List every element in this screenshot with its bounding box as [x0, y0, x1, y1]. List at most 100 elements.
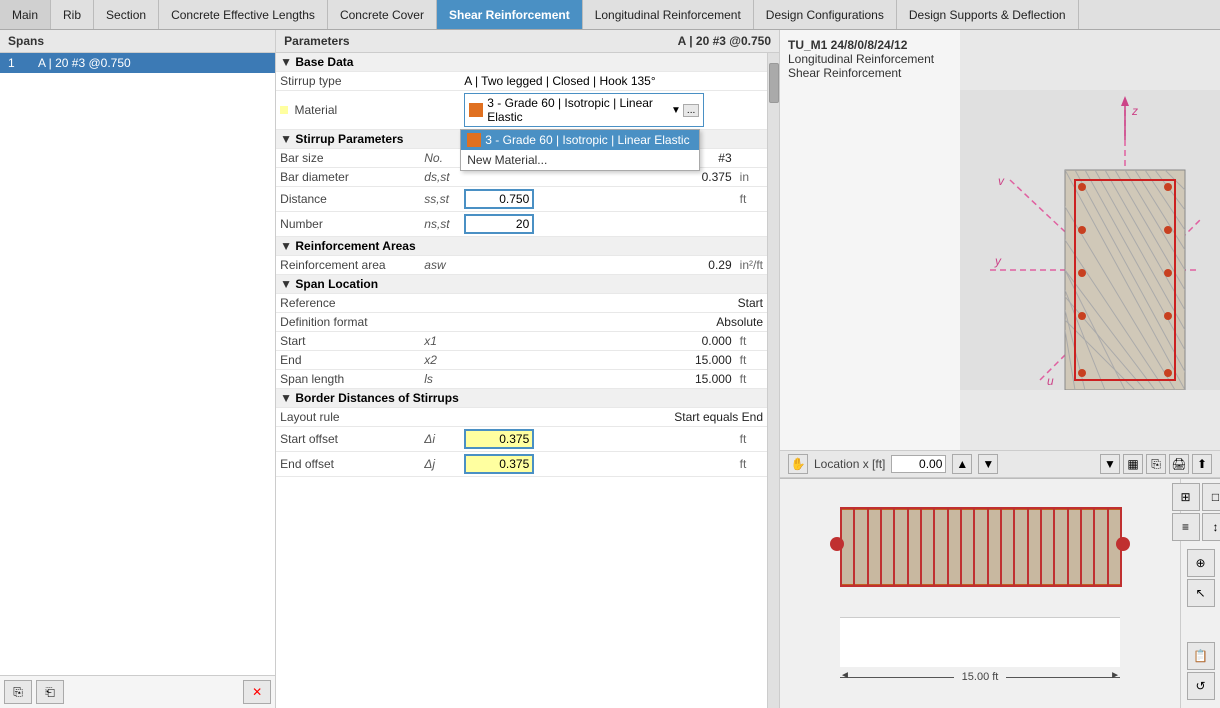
- material-dropdown-list: 3 - Grade 60 | Isotropic | Linear Elasti…: [460, 129, 700, 171]
- print-icon: 🖨: [1171, 457, 1186, 471]
- loc-down-button[interactable]: ▼: [978, 454, 998, 474]
- copy-button[interactable]: ⎘: [4, 680, 32, 704]
- stirrup-line: [1120, 507, 1122, 587]
- reference-value: Start: [460, 294, 767, 313]
- export-button[interactable]: ⬆: [1192, 454, 1212, 474]
- mode-button-2[interactable]: ↖: [1187, 579, 1215, 607]
- up-icon: ▲: [956, 457, 968, 471]
- dimension-line: 15.00 ft: [780, 667, 1180, 687]
- material-dropdown[interactable]: 3 - Grade 60 | Isotropic | Linear Elasti…: [464, 93, 704, 127]
- material-dropdown-cell: 3 - Grade 60 | Isotropic | Linear Elasti…: [460, 91, 767, 130]
- start-offset-input[interactable]: [464, 429, 534, 449]
- collapse-border-distances-icon[interactable]: ▼: [280, 391, 292, 405]
- end-offset-input[interactable]: [464, 454, 534, 474]
- tab-main[interactable]: Main: [0, 0, 51, 29]
- mode-button-1[interactable]: ⊕: [1187, 549, 1215, 577]
- new-material-label: New Material...: [467, 153, 547, 167]
- filter-button[interactable]: ▼: [1100, 454, 1120, 474]
- loc-up-button[interactable]: ▲: [952, 454, 972, 474]
- start-sym: x1: [420, 332, 460, 351]
- bottom-area: 15.00 ft ⊞ □: [780, 478, 1220, 708]
- right-top: TU_M1 24/8/0/8/24/12 Longitudinal Reinfo…: [780, 30, 1220, 708]
- number-sym: ns,st: [420, 212, 460, 237]
- distance-label: Distance: [276, 187, 420, 212]
- pan-button[interactable]: ✋: [788, 454, 808, 474]
- export-icon: ⬆: [1197, 457, 1207, 471]
- tab-longitudinal-reinforcement[interactable]: Longitudinal Reinforcement: [583, 0, 754, 29]
- params-span-info: A | 20 #3 @0.750: [678, 34, 771, 48]
- stirrup-type-sym: [420, 72, 460, 91]
- paste-button[interactable]: ⎗: [36, 680, 64, 704]
- bar-diameter-sym: ds,st: [420, 168, 460, 187]
- view-button-1[interactable]: ⊞: [1172, 483, 1200, 511]
- tab-shear-reinforcement[interactable]: Shear Reinforcement: [437, 0, 583, 29]
- copy-icon: ⎘: [13, 685, 23, 700]
- span-number: 1: [8, 56, 38, 70]
- collapse-span-location-icon[interactable]: ▼: [280, 277, 292, 291]
- cursor-icon: ↖: [1195, 586, 1205, 600]
- reinforcement-area-value: 0.29: [460, 256, 735, 275]
- cross-section-canvas: z y u v: [960, 30, 1220, 450]
- params-panel: Parameters A | 20 #3 @0.750 ▼ Base Data …: [276, 30, 780, 708]
- section-reinforcement-areas[interactable]: ▼ Reinforcement Areas: [276, 237, 767, 256]
- grid-h-icon: ≡: [1182, 520, 1189, 534]
- view-button-3[interactable]: ≡: [1172, 513, 1200, 541]
- stirrup-line: [840, 507, 842, 587]
- material-sym: [420, 91, 460, 130]
- dim-arrow-left: [840, 677, 954, 678]
- tab-concrete-effective-lengths[interactable]: Concrete Effective Lengths: [159, 0, 328, 29]
- section-base-data[interactable]: ▼ Base Data: [276, 53, 767, 72]
- tab-design-configurations[interactable]: Design Configurations: [754, 0, 897, 29]
- dropdown-item-new-material[interactable]: New Material...: [461, 150, 699, 170]
- dropdown-item-1[interactable]: 3 - Grade 60 | Isotropic | Linear Elasti…: [461, 130, 699, 150]
- scrollbar-thumb: [769, 63, 779, 103]
- copy-view-button[interactable]: ⎘: [1146, 454, 1166, 474]
- span-length-unit: ft: [736, 370, 767, 389]
- view-button-4[interactable]: ↕: [1202, 513, 1220, 541]
- stirrup-line: [880, 507, 882, 587]
- tab-rib[interactable]: Rib: [51, 0, 94, 29]
- delete-button[interactable]: ✕: [243, 680, 271, 704]
- section-span-location[interactable]: ▼ Span Location: [276, 275, 767, 294]
- layout-rule-label: Layout rule: [276, 408, 420, 427]
- stirrup-line: [1080, 507, 1082, 587]
- section-border-distances[interactable]: ▼ Border Distances of Stirrups: [276, 389, 767, 408]
- dropdown-more-icon[interactable]: ...: [683, 104, 699, 117]
- end-label: End: [276, 351, 420, 370]
- start-offset-value-cell: [460, 427, 735, 452]
- print-button[interactable]: 🖨: [1169, 454, 1189, 474]
- copy-view-icon: ⎘: [1151, 457, 1161, 472]
- location-input[interactable]: [891, 455, 946, 473]
- collapse-stirrup-params-icon[interactable]: ▼: [280, 132, 292, 146]
- reference-sym: [420, 294, 460, 313]
- stirrup-line: [920, 507, 922, 587]
- svg-text:z: z: [1131, 104, 1138, 118]
- report-button[interactable]: 📋: [1187, 642, 1215, 670]
- tab-design-supports-deflection[interactable]: Design Supports & Deflection: [897, 0, 1079, 29]
- refresh-button[interactable]: ↺: [1187, 672, 1215, 700]
- distance-input[interactable]: [464, 189, 534, 209]
- view-button-2[interactable]: □: [1202, 483, 1220, 511]
- spans-header: Spans: [0, 30, 275, 53]
- number-input[interactable]: [464, 214, 534, 234]
- stirrup-line: [987, 507, 989, 587]
- start-unit: ft: [736, 332, 767, 351]
- cross-section-svg: z y u v: [960, 90, 1220, 390]
- collapse-base-data-icon[interactable]: ▼: [280, 55, 292, 69]
- span-row[interactable]: 1 A | 20 #3 @0.750: [0, 53, 275, 73]
- stirrup-line: [1093, 507, 1095, 587]
- tab-concrete-cover[interactable]: Concrete Cover: [328, 0, 437, 29]
- stirrup-type-row: Stirrup type A | Two legged | Closed | H…: [276, 72, 767, 91]
- end-value: 15.000: [460, 351, 735, 370]
- table-button[interactable]: ▦: [1123, 454, 1143, 474]
- params-scrollbar[interactable]: [767, 53, 779, 708]
- reinforcement-areas-label: Reinforcement Areas: [295, 239, 415, 253]
- stirrup-line: [853, 507, 855, 587]
- collapse-reinforcement-areas-icon[interactable]: ▼: [280, 239, 292, 253]
- reference-row: Reference Start: [276, 294, 767, 313]
- stirrup-line: [1013, 507, 1015, 587]
- end-offset-sym: Δj: [420, 452, 460, 477]
- tab-section[interactable]: Section: [94, 0, 159, 29]
- material-label: Material: [276, 91, 420, 130]
- pan-icon: ✋: [791, 457, 806, 471]
